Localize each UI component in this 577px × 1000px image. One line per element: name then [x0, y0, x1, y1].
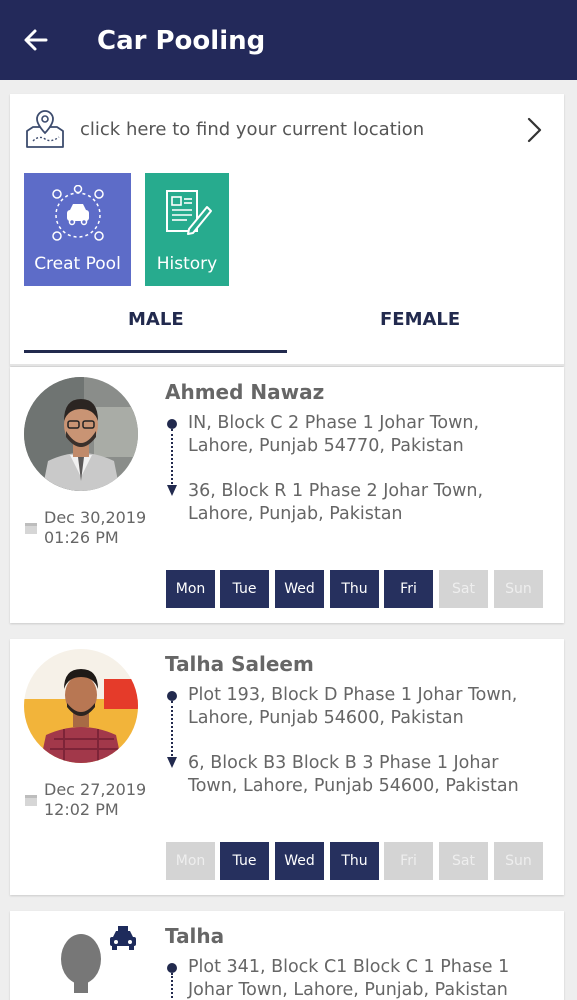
origin-dot-icon [167, 419, 177, 429]
origin-dot-icon [167, 963, 177, 973]
calendar-icon [24, 792, 38, 806]
history-button[interactable]: History [145, 173, 229, 286]
ride-time: 12:02 PM [44, 800, 119, 819]
day-tue: Tue [220, 570, 269, 608]
ride-time: 01:26 PM [44, 528, 119, 547]
day-sat: Sat [439, 842, 488, 880]
day-fri: Fri [384, 570, 433, 608]
day-tue: Tue [220, 842, 269, 880]
day-wed: Wed [275, 570, 324, 608]
ride-card[interactable]: Dec 27,2019 12:02 PM Talha Saleem Plot 1… [10, 639, 564, 895]
day-mon: Mon [166, 570, 215, 608]
tab-female[interactable]: FEMALE [380, 306, 460, 334]
origin-address: Plot 193, Block D Phase 1 Johar Town, La… [188, 685, 518, 728]
origin-dot-icon [167, 691, 177, 701]
tab-divider [10, 364, 564, 366]
day-thu: Thu [330, 570, 379, 608]
driver-name: Talha [165, 924, 225, 948]
route-connector [171, 701, 173, 756]
avatar [24, 377, 138, 491]
route-connector [171, 973, 173, 1000]
car-pool-icon [51, 185, 104, 241]
destination-address: 6, Block B3 Block B 3 Phase 1 Johar Town… [188, 753, 519, 796]
current-location-row[interactable]: click here to find your current location [10, 94, 564, 166]
driver-name: Talha Saleem [165, 652, 314, 676]
day-mon: Mon [166, 842, 215, 880]
ride-card[interactable]: Talha Plot 341, Block C1 Block C 1 Phase… [10, 911, 564, 1000]
taxi-icon [108, 925, 138, 951]
day-wed: Wed [275, 842, 324, 880]
active-tab-indicator [24, 350, 287, 353]
destination-arrow-icon [167, 485, 177, 496]
driver-name: Ahmed Nawaz [165, 380, 325, 404]
app-bar: Car Pooling [0, 0, 577, 80]
origin-address: IN, Block C 2 Phase 1 Johar Town, Lahore… [188, 413, 480, 456]
origin-address: Plot 341, Block C1 Block C 1 Phase 1 Joh… [188, 957, 510, 1000]
chevron-right-icon [524, 116, 544, 144]
calendar-icon [24, 520, 38, 534]
ride-card[interactable]: Dec 30,2019 01:26 PM Ahmed Nawaz IN, Blo… [10, 367, 564, 623]
tab-male[interactable]: MALE [128, 306, 184, 334]
day-sun: Sun [494, 570, 543, 608]
day-sun: Sun [494, 842, 543, 880]
day-thu: Thu [330, 842, 379, 880]
history-label: History [156, 254, 218, 274]
actions-card: click here to find your current location… [10, 94, 564, 366]
create-pool-label: Creat Pool [34, 254, 121, 274]
day-sat: Sat [439, 570, 488, 608]
location-prompt: click here to find your current location [80, 119, 425, 140]
route-connector [171, 429, 173, 484]
day-fri: Fri [384, 842, 433, 880]
ride-date: Dec 30,2019 [44, 508, 147, 527]
destination-address: 36, Block R 1 Phase 2 Johar Town, Lahore… [188, 481, 484, 524]
document-edit-icon [166, 190, 212, 235]
back-arrow-icon[interactable] [20, 24, 52, 56]
ride-date: Dec 27,2019 [44, 780, 147, 799]
create-pool-button[interactable]: Creat Pool [24, 173, 131, 286]
avatar [24, 649, 138, 763]
destination-arrow-icon [167, 757, 177, 768]
map-pin-icon [23, 107, 67, 151]
page-title: Car Pooling [97, 26, 266, 56]
